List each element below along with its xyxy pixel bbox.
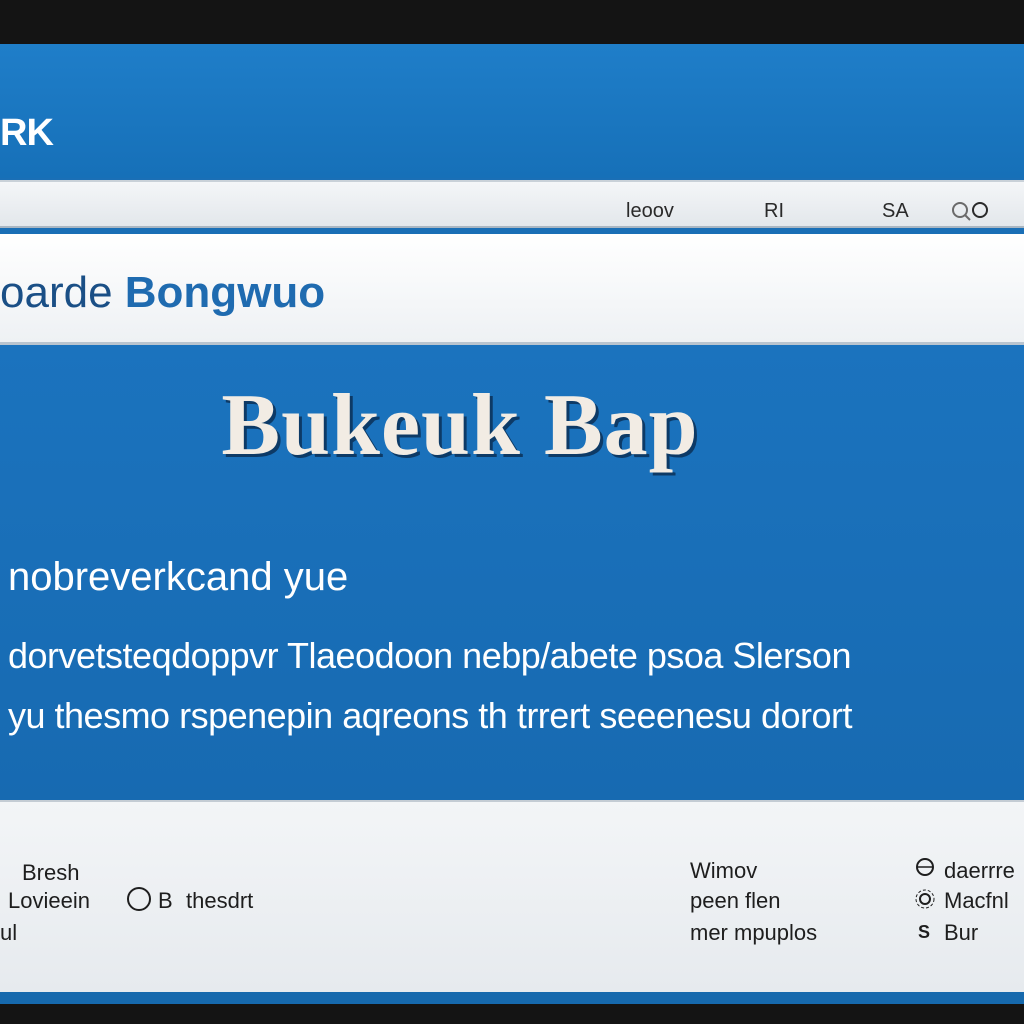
footer-col3-link-3[interactable]: Bur: [944, 920, 978, 946]
nav-link-1[interactable]: leoov: [626, 200, 674, 223]
page-title-main: Bongwuo: [124, 268, 326, 317]
footer-col1-line1[interactable]: Bresh: [22, 860, 79, 886]
footer-col1-link[interactable]: thesdrt: [186, 888, 253, 914]
hero-body-line-2: yu thesmo rspenepin aqreons th trrert se…: [8, 695, 853, 736]
browser-viewport: RK leoov RI SA oarde Bongwuo Bukeuk Bap …: [0, 44, 1024, 1004]
footer-col2-link-3[interactable]: mer mpuplos: [690, 920, 817, 946]
footer-col1-line3[interactable]: ul: [0, 920, 17, 946]
footer-col3-link-1[interactable]: daerrre: [944, 858, 1015, 884]
hero-heading: Bukeuk Bap: [221, 377, 699, 474]
footer-col2-link-2[interactable]: peen flen: [690, 888, 781, 914]
page-title-bar: oarde Bongwuo: [0, 234, 1024, 345]
hero-banner: Bukeuk Bap nobreverkcand yue dorvetsteqd…: [0, 345, 1024, 800]
svg-text:S: S: [918, 922, 930, 942]
page-title-prefix: oarde: [0, 268, 113, 317]
page-title: oarde Bongwuo: [0, 268, 325, 318]
bottom-strip: [0, 992, 1024, 1004]
footer-col2-link-1[interactable]: Wimov: [690, 858, 757, 884]
hero-body-line-1: dorvetsteqdoppvr Tlaeodoon nebp/abete ps…: [8, 635, 851, 676]
circle-icon: [127, 887, 151, 911]
brand-logo[interactable]: RK: [0, 112, 54, 155]
search-icon[interactable]: [946, 196, 992, 222]
nav-link-2[interactable]: RI: [764, 200, 784, 223]
footer-col3-link-2[interactable]: Macfnl: [944, 888, 1009, 914]
nav-link-3[interactable]: SA: [882, 200, 909, 223]
brand-header: RK: [0, 44, 1024, 178]
footer: Bresh Lovieein B thesdrt ul Wimov peen f…: [0, 800, 1024, 994]
hero-subheading: nobreverkcand yue: [8, 555, 349, 599]
globe-icon: [916, 858, 934, 876]
settings-icon: [915, 889, 935, 909]
top-nav: leoov RI SA: [0, 180, 1024, 228]
footer-col1-line2[interactable]: Lovieein: [8, 888, 90, 914]
footer-col1-icon-label: B: [158, 888, 173, 913]
dollar-icon: S: [918, 922, 930, 942]
